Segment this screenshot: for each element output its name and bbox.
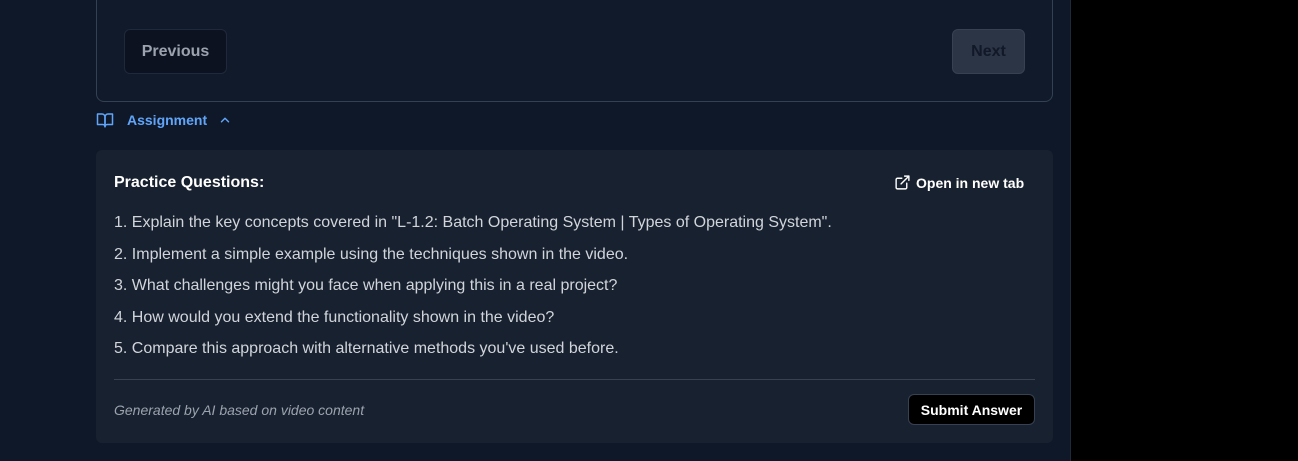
open-in-new-tab-label: Open in new tab: [916, 174, 1025, 191]
question-item: 4. How would you extend the functionalit…: [114, 308, 555, 326]
book-open-icon: [96, 113, 114, 128]
question-item: 3. What challenges might you face when a…: [114, 277, 618, 294]
assignment-toggle-label: Assignment: [127, 112, 208, 128]
question-item: 5. Compare this approach with alternativ…: [114, 340, 619, 357]
chevron-up-icon: [220, 117, 230, 123]
assignment-panel: Practice Questions: Open in new tab 1. E…: [96, 150, 1053, 443]
panel-title: Practice Questions:: [114, 174, 265, 191]
main-content: Previous Next Assignment Practice Questi…: [0, 0, 1071, 461]
question-list: 1. Explain the key concepts covered in "…: [114, 212, 832, 370]
divider: [114, 379, 1035, 380]
question-item: 2. Implement a simple example using the …: [114, 245, 629, 263]
question-item: 1. Explain the key concepts covered in "…: [114, 214, 832, 231]
next-button[interactable]: Next: [952, 29, 1025, 74]
ai-generated-note: Generated by AI based on video content: [114, 402, 365, 418]
submit-answer-button[interactable]: Submit Answer: [908, 394, 1035, 425]
assignment-toggle[interactable]: Assignment: [96, 110, 232, 130]
external-link-icon: [895, 175, 910, 190]
open-in-new-tab-link[interactable]: Open in new tab: [894, 174, 1024, 191]
previous-button[interactable]: Previous: [124, 29, 227, 74]
lesson-navigation-card: [96, 0, 1053, 102]
